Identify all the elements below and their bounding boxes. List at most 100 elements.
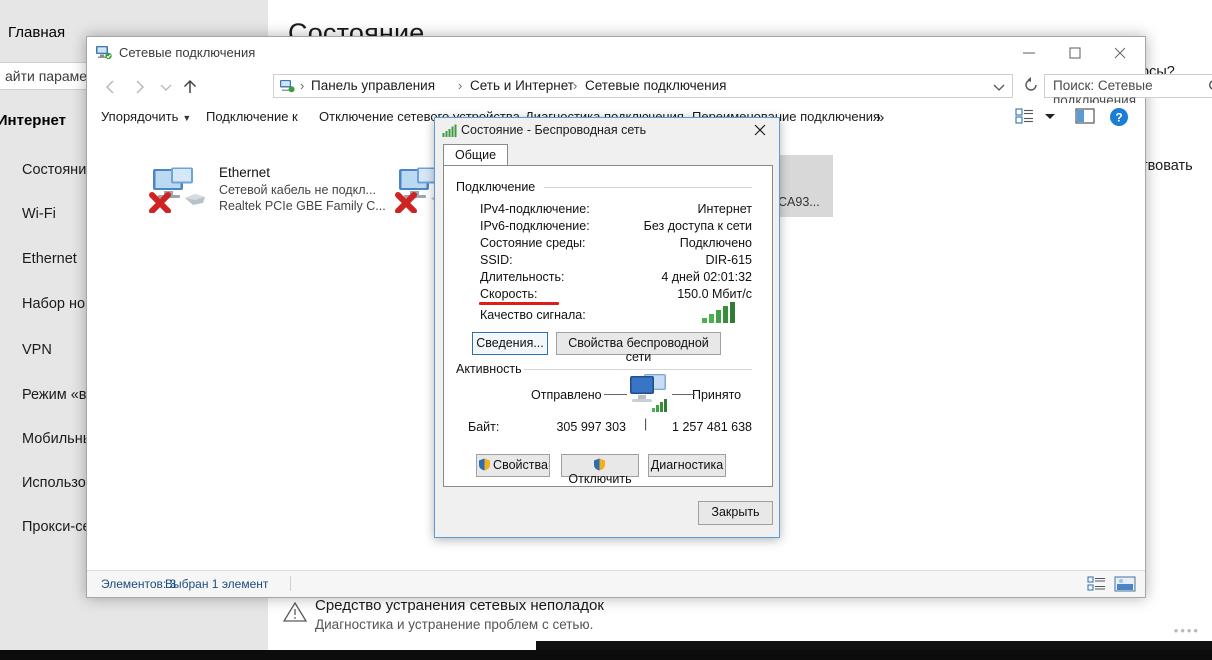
maximize-button[interactable] [1054, 37, 1100, 68]
bytes-separator: | [644, 417, 648, 431]
large-icons-view-icon [1114, 576, 1136, 592]
breadcrumb-sep-2: › [573, 78, 578, 93]
properties-button[interactable]: Свойства [476, 454, 550, 477]
close-dialog-button[interactable]: Закрыть [698, 501, 773, 525]
toolbar-organize[interactable]: Упорядочить ▼ [101, 109, 191, 124]
disable-button[interactable]: Отключить [561, 454, 639, 486]
breadcrumb-dropdown-icon[interactable] [992, 81, 1006, 93]
properties-button-label: Свойства [493, 458, 548, 472]
status-selection: Выбран 1 элемент [165, 577, 269, 591]
signal-quality-label: Качество сигнала: [480, 308, 586, 322]
group-connection-label: Подключение [456, 180, 542, 194]
arrow-left-icon [105, 80, 114, 94]
explorer-address-bar: › Панель управления › Сеть и Интернет › … [87, 69, 1212, 108]
details-view-icon [1087, 576, 1105, 591]
dialog-title: Состояние - Беспроводная сеть [461, 123, 647, 137]
explorer-title-bar: Сетевые подключения [87, 37, 1145, 69]
recent-locations-button[interactable] [155, 76, 177, 98]
group-activity-rule [524, 369, 752, 370]
network-activity-computers-icon [630, 374, 667, 412]
breadcrumb-sep-0: › [300, 78, 305, 93]
svg-text:?: ? [1115, 111, 1122, 125]
chevron-down-icon [1045, 114, 1055, 119]
explorer-title: Сетевые подключения [119, 45, 256, 60]
bytes-received-value: 1 257 481 638 [672, 420, 752, 434]
ipv4-label: IPv4-подключение: [480, 202, 590, 216]
forward-button[interactable] [129, 76, 151, 98]
breadcrumb-bar[interactable]: › Панель управления › Сеть и Интернет › … [273, 74, 1013, 98]
network-troubleshooter[interactable]: Средство устранения сетевых неполадок Ди… [315, 597, 604, 632]
preview-pane-icon [1075, 108, 1095, 124]
diagnose-button[interactable]: Диагностика [648, 454, 726, 477]
status-divider [290, 576, 291, 591]
toolbar-connect-to[interactable]: Подключение к [206, 109, 298, 124]
close-button[interactable] [1099, 37, 1145, 68]
breadcrumb-control-panel[interactable]: Панель управления [311, 78, 435, 93]
breadcrumb-network-connections[interactable]: Сетевые подключения [585, 78, 727, 93]
minimize-button[interactable] [1008, 37, 1054, 68]
ssid-value: DIR-615 [705, 253, 752, 267]
view-dropdown-button[interactable] [1042, 107, 1058, 130]
tab-general[interactable]: Общие [443, 144, 509, 166]
selected-item-label: CA93... [778, 195, 820, 209]
sidebar-item-wifi[interactable]: Wi-Fi [22, 206, 56, 222]
sidebar-item-ethernet[interactable]: Ethernet [22, 251, 77, 267]
view-options-button[interactable] [1015, 107, 1035, 130]
search-input[interactable]: Поиск: Сетевые подключения [1044, 74, 1212, 108]
breadcrumb-network-icon [280, 80, 295, 93]
warning-triangle-icon [283, 601, 307, 622]
signal-strength-bars-icon [702, 302, 735, 323]
troubleshooter-title: Средство устранения сетевых неполадок [315, 597, 604, 614]
toolbar-overflow[interactable]: » [876, 109, 884, 126]
dialog-close-button[interactable] [747, 120, 773, 142]
view-list-icon [1015, 108, 1033, 124]
maximize-icon [1069, 47, 1081, 59]
refresh-button[interactable] [1022, 76, 1040, 99]
sidebar-item-vpn[interactable]: VPN [22, 342, 52, 358]
help-button[interactable]: ? [1109, 107, 1129, 132]
group-connection-rule [544, 187, 752, 188]
group-activity-label: Активность [456, 362, 528, 376]
received-connector-line [672, 394, 695, 395]
adapter-status: Сетевой кабель не подкл... [219, 183, 376, 197]
dialog-tabstrip: Общие [443, 144, 773, 166]
sidebar-item-home[interactable]: Главная [8, 24, 65, 41]
sent-label: Отправлено [531, 388, 602, 402]
large-icons-view-button[interactable] [1114, 575, 1136, 598]
uac-shield-icon [479, 458, 491, 471]
breadcrumb-network-internet[interactable]: Сеть и Интернет [470, 78, 574, 93]
arrow-right-icon [136, 80, 145, 94]
uac-shield-icon [593, 458, 605, 471]
explorer-status-bar: Элементов: 3 Выбран 1 элемент [87, 570, 1145, 597]
wireless-status-dialog: Состояние - Беспроводная сеть Общие Подк… [434, 117, 780, 538]
list-item[interactable]: Ethernet Сетевой кабель не подкл... Real… [149, 163, 386, 221]
dialog-tab-page: Подключение IPv4-подключение: Интернет I… [443, 165, 773, 487]
received-label: Принято [692, 388, 742, 402]
up-button[interactable] [179, 76, 201, 98]
screen-bottom-bar [0, 650, 1212, 660]
arrow-up-icon [183, 79, 197, 93]
adapter-device: Realtek PCIe GBE Family C... [219, 199, 386, 213]
minimize-icon [1023, 52, 1035, 54]
media-state-label: Состояние среды: [480, 236, 586, 250]
bytes-sent-value: 305 997 303 [556, 420, 626, 434]
chevron-down-icon [160, 84, 172, 91]
preview-pane-button[interactable] [1074, 107, 1096, 130]
ipv4-value: Интернет [697, 202, 752, 216]
media-state-value: Подключено [679, 236, 752, 250]
back-button[interactable] [99, 76, 121, 98]
speed-label: Скорость: [480, 287, 538, 301]
ethernet-adapter-icon [149, 167, 205, 213]
details-button[interactable]: Сведения... [472, 332, 548, 355]
dialog-title-bar: Состояние - Беспроводная сеть [435, 118, 779, 144]
wireless-properties-button[interactable]: Свойства беспроводной сети [556, 332, 721, 364]
sidebar-item-status[interactable]: Состояние [22, 162, 94, 178]
ipv6-label: IPv6-подключение: [480, 219, 590, 233]
speed-annotation-underline [479, 302, 559, 305]
duration-value: 4 дней 02:01:32 [661, 270, 752, 284]
network-connections-icon [96, 46, 112, 60]
details-view-button[interactable] [1087, 575, 1107, 598]
content-bottom-strip [536, 641, 1212, 650]
bytes-label: Байт: [468, 420, 500, 434]
list-item-selected[interactable]: CA93... [777, 155, 833, 217]
